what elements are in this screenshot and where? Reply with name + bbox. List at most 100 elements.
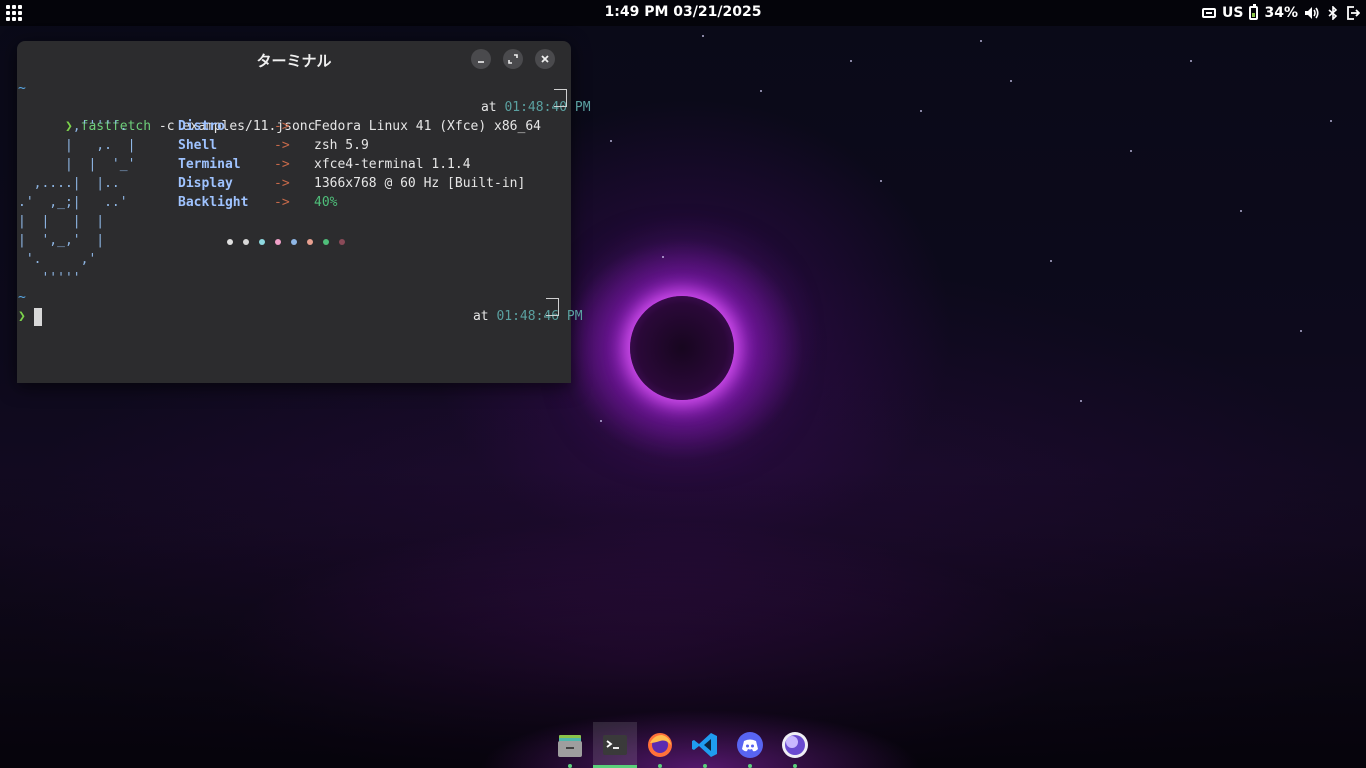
info-key-shell: Shell bbox=[178, 138, 218, 153]
info-separator: -> bbox=[274, 176, 290, 191]
firefox-icon bbox=[648, 733, 672, 757]
text-cursor bbox=[34, 308, 42, 326]
info-separator: -> bbox=[274, 138, 290, 153]
running-indicator bbox=[568, 764, 572, 768]
command-args: -c examples/11.jsonc bbox=[151, 119, 316, 134]
running-indicator bbox=[658, 764, 662, 768]
info-value-terminal: xfce4-terminal 1.1.4 bbox=[314, 157, 471, 172]
palette-dot bbox=[323, 239, 329, 245]
dock bbox=[548, 722, 818, 768]
terminal-window[interactable]: ターミナル ~ at 01:48:40 PM ❯ fastfetch -c ex… bbox=[17, 41, 591, 383]
ascii-logo-line: | ,. | bbox=[18, 138, 136, 153]
info-separator: -> bbox=[274, 119, 290, 134]
star bbox=[880, 180, 882, 182]
maximize-button[interactable] bbox=[503, 49, 523, 69]
dock-item-firefox[interactable] bbox=[638, 722, 682, 768]
vscode-icon bbox=[692, 733, 717, 757]
ascii-logo-line: | | '_' bbox=[18, 157, 136, 172]
star bbox=[702, 35, 704, 37]
info-separator: -> bbox=[274, 157, 290, 172]
browser-orb-icon bbox=[782, 732, 808, 758]
star bbox=[1190, 60, 1192, 62]
prompt-at-label: at bbox=[472, 309, 497, 324]
star bbox=[610, 140, 612, 142]
info-value-shell: zsh 5.9 bbox=[314, 138, 369, 153]
prompt-time-block: at 01:48:46 PM bbox=[426, 288, 583, 345]
ascii-logo-line: ,....| |.. bbox=[18, 176, 120, 191]
info-value-distro: Fedora Linux 41 (Xfce) x86_64 bbox=[314, 119, 541, 134]
star bbox=[1010, 80, 1012, 82]
logout-icon[interactable] bbox=[1346, 6, 1360, 20]
clock[interactable]: 1:49 PM 03/21/2025 bbox=[583, 4, 783, 20]
dock-item-files[interactable] bbox=[548, 722, 592, 768]
volume-icon[interactable] bbox=[1304, 6, 1320, 20]
info-key-distro: Distro bbox=[178, 119, 225, 134]
info-value-backlight: 40% bbox=[314, 195, 338, 210]
system-tray: US 34% bbox=[1202, 4, 1360, 22]
star bbox=[662, 256, 664, 258]
star bbox=[1080, 400, 1082, 402]
prompt-bracket bbox=[554, 89, 567, 107]
ascii-logo-line: | | | | bbox=[18, 214, 105, 229]
info-key-display: Display bbox=[178, 176, 233, 191]
star bbox=[1130, 150, 1132, 152]
prompt-time: 01:48:46 PM bbox=[496, 309, 583, 324]
terminal-output[interactable]: ~ at 01:48:40 PM ❯ fastfetch -c examples… bbox=[17, 79, 591, 383]
info-key-backlight: Backlight bbox=[178, 195, 249, 210]
star bbox=[1240, 210, 1242, 212]
top-panel: 1:49 PM 03/21/2025 US 34% bbox=[0, 0, 1366, 26]
ascii-logo-line: ,'''''. bbox=[18, 119, 128, 134]
prompt-directory: ~ bbox=[18, 81, 26, 96]
discord-icon bbox=[737, 732, 763, 758]
prompt-bracket bbox=[546, 298, 559, 316]
palette-dot bbox=[243, 239, 249, 245]
info-key-terminal: Terminal bbox=[178, 157, 241, 172]
dock-item-terminal[interactable] bbox=[593, 722, 637, 768]
ascii-logo-line: ''''' bbox=[18, 271, 81, 286]
palette-dot bbox=[227, 239, 233, 245]
maximize-icon bbox=[508, 54, 518, 64]
prompt-at-label: at bbox=[480, 100, 505, 115]
star bbox=[850, 60, 852, 62]
palette-dot bbox=[291, 239, 297, 245]
keyboard-layout-label[interactable]: US bbox=[1222, 5, 1243, 21]
terminal-titlebar[interactable]: ターミナル bbox=[17, 41, 571, 77]
running-indicator bbox=[748, 764, 752, 768]
star bbox=[1300, 330, 1302, 332]
minimize-button[interactable] bbox=[471, 49, 491, 69]
star bbox=[980, 40, 982, 42]
star bbox=[1050, 260, 1052, 262]
wallpaper-black-hole bbox=[630, 296, 734, 400]
close-button[interactable] bbox=[535, 49, 555, 69]
running-indicator bbox=[793, 764, 797, 768]
star bbox=[920, 110, 922, 112]
file-manager-icon bbox=[558, 735, 582, 757]
close-icon bbox=[541, 55, 549, 63]
prompt-directory: ~ bbox=[18, 290, 26, 305]
prompt-arrow: ❯ bbox=[18, 309, 26, 324]
ascii-logo-line: .' ,_;| ..' bbox=[18, 195, 128, 210]
battery-percent[interactable]: 34% bbox=[1264, 5, 1298, 21]
dock-item-discord[interactable] bbox=[728, 722, 772, 768]
star bbox=[600, 420, 602, 422]
prompt-time: 01:48:40 PM bbox=[504, 100, 591, 115]
ascii-logo-line: '. ,' bbox=[18, 252, 97, 267]
ascii-logo-line: | ',_,' | bbox=[18, 233, 105, 248]
info-separator: -> bbox=[274, 195, 290, 210]
keyboard-icon[interactable] bbox=[1202, 8, 1217, 18]
dock-item-browser[interactable] bbox=[773, 722, 817, 768]
palette-dot bbox=[275, 239, 281, 245]
bluetooth-icon[interactable] bbox=[1326, 6, 1340, 20]
info-value-display: 1366x768 @ 60 Hz [Built-in] bbox=[314, 176, 526, 191]
battery-icon[interactable] bbox=[1249, 4, 1259, 20]
minimize-icon bbox=[478, 61, 484, 63]
palette-dot bbox=[339, 239, 345, 245]
star bbox=[1330, 120, 1332, 122]
star bbox=[760, 90, 762, 92]
dock-item-vscode[interactable] bbox=[683, 722, 727, 768]
running-indicator bbox=[703, 764, 707, 768]
palette-dot bbox=[307, 239, 313, 245]
terminal-icon bbox=[603, 735, 627, 755]
app-grid-icon[interactable] bbox=[6, 5, 22, 21]
palette-dot bbox=[259, 239, 265, 245]
